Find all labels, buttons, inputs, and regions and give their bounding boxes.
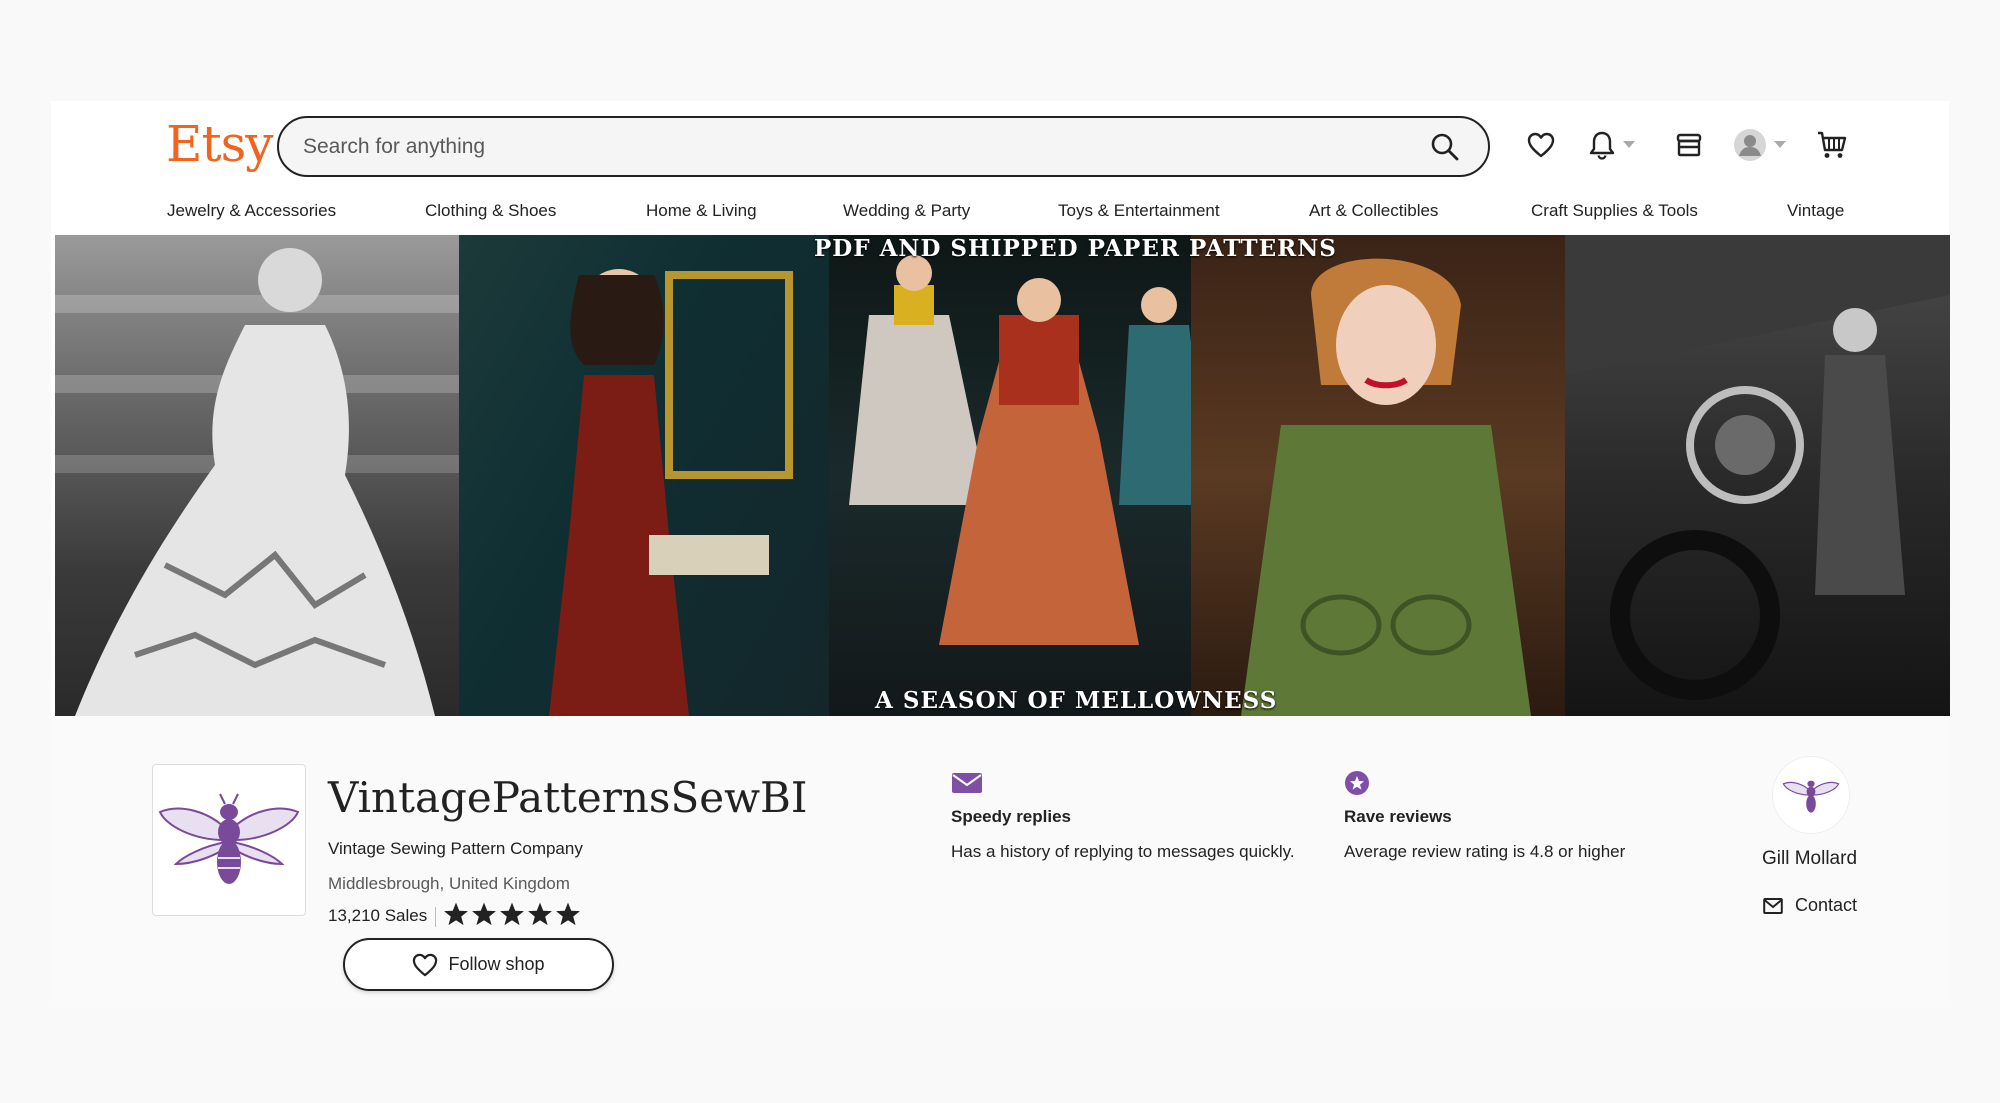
bell-icon[interactable] xyxy=(1584,127,1620,163)
shop-sales-count[interactable]: 13,210 Sales xyxy=(328,906,427,926)
banner-photo-1 xyxy=(55,235,459,716)
star-icon xyxy=(556,902,580,926)
nav-item-vintage[interactable]: Vintage xyxy=(1787,201,1844,221)
star-icon xyxy=(500,902,524,926)
cart-icon[interactable] xyxy=(1814,127,1850,163)
envelope-icon xyxy=(945,772,983,799)
site-header: Etsy Jewelry & Accessories Clothing & Sh… xyxy=(51,101,1949,235)
rave-reviews-title: Rave reviews xyxy=(1344,807,1452,826)
nav-item-clothing[interactable]: Clothing & Shoes xyxy=(425,201,556,221)
nav-item-toys[interactable]: Toys & Entertainment xyxy=(1058,201,1220,221)
owner-avatar[interactable] xyxy=(1772,756,1850,834)
banner-headline: PDF AND SHIPPED PAPER PATTERNS xyxy=(814,235,1337,262)
category-nav: Jewelry & Accessories Clothing & Shoes H… xyxy=(51,197,1949,235)
banner-photo-2 xyxy=(459,235,829,716)
mail-icon xyxy=(1763,897,1783,914)
rave-reviews-description: Average review rating is 4.8 or higher xyxy=(1344,842,1626,861)
nav-item-jewelry[interactable]: Jewelry & Accessories xyxy=(167,201,336,221)
etsy-logo[interactable]: Etsy xyxy=(166,115,273,173)
contact-button[interactable]: Contact xyxy=(1763,895,1857,916)
banner-subheadline: A SEASON OF MELLOWNESS xyxy=(875,687,1278,714)
shop-logo[interactable] xyxy=(152,764,306,916)
sales-divider xyxy=(435,907,436,927)
search-bar xyxy=(277,116,1490,177)
speedy-replies-description: Has a history of replying to messages qu… xyxy=(951,842,1295,861)
nav-item-home[interactable]: Home & Living xyxy=(646,201,757,221)
star-icon xyxy=(472,902,496,926)
star-badge-icon xyxy=(1344,770,1370,801)
shop-name: VintagePatternsSewBI xyxy=(328,773,808,822)
shop-banner: PDF AND SHIPPED PAPER PATTERNS A SEASON … xyxy=(55,235,1950,716)
contact-label: Contact xyxy=(1795,895,1858,915)
bee-icon xyxy=(1782,780,1840,813)
nav-item-craft[interactable]: Craft Supplies & Tools xyxy=(1531,201,1698,221)
banner-photo-5 xyxy=(1565,235,1950,716)
page-card: Etsy Jewelry & Accessories Clothing & Sh… xyxy=(51,101,1950,1001)
chevron-down-icon[interactable] xyxy=(1623,141,1635,148)
nav-item-wedding[interactable]: Wedding & Party xyxy=(843,201,970,221)
bee-icon xyxy=(158,793,300,884)
owner-name[interactable]: Gill Mollard xyxy=(1762,848,1857,870)
avatar-icon[interactable] xyxy=(1732,127,1768,163)
shop-location: Middlesbrough, United Kingdom xyxy=(328,874,570,893)
shop-icon[interactable] xyxy=(1671,127,1707,163)
shop-tagline: Vintage Sewing Pattern Company xyxy=(328,839,583,858)
search-input[interactable] xyxy=(303,118,1403,175)
follow-shop-button[interactable]: Follow shop xyxy=(343,938,614,991)
nav-item-art[interactable]: Art & Collectibles xyxy=(1309,201,1438,221)
banner-photo-4 xyxy=(1191,235,1581,716)
heart-icon[interactable] xyxy=(1523,127,1559,163)
chevron-down-icon[interactable] xyxy=(1774,141,1786,148)
shop-info: VintagePatternsSewBI Vintage Sewing Patt… xyxy=(51,716,1949,1001)
star-icon xyxy=(444,902,468,926)
follow-shop-label: Follow shop xyxy=(448,954,545,974)
search-icon[interactable] xyxy=(1430,132,1460,162)
speedy-replies-title: Speedy replies xyxy=(951,807,1072,826)
heart-icon xyxy=(413,953,438,976)
star-icon xyxy=(528,902,552,926)
star-rating[interactable] xyxy=(443,901,581,927)
